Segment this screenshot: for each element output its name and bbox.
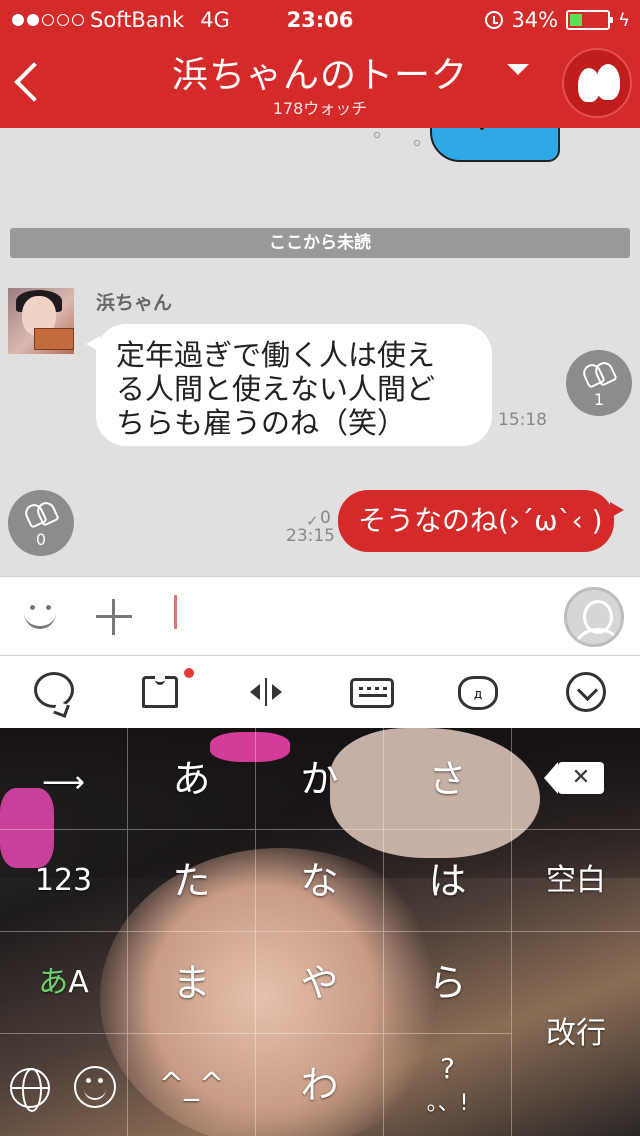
sender-avatar[interactable]	[8, 288, 74, 354]
key-sa[interactable]: さ	[384, 728, 512, 830]
unread-divider: ここから未読	[10, 228, 630, 258]
clap-button[interactable]: 0	[8, 490, 74, 556]
mode-latin-label: A	[68, 965, 89, 1000]
chat-area[interactable]: ここから未読 浜ちゃん 定年過ぎで働く人は使え る人間と使えない人間ど ちらも雇…	[0, 128, 640, 576]
enter-key[interactable]: 改行	[512, 932, 640, 1136]
status-bar: SoftBank 4G 23:06 34% ϟ	[0, 0, 640, 40]
message-line: ちらも雇うのね（笑）	[116, 406, 407, 440]
key-123[interactable]: 123	[0, 830, 128, 932]
emoji-keyboard-icon[interactable]	[74, 1066, 116, 1108]
clap-count: 1	[593, 390, 605, 409]
message-time: 23:15	[286, 526, 335, 546]
keyboard-icon[interactable]	[348, 668, 396, 716]
group-avatar-button[interactable]	[562, 48, 632, 118]
arrow-left-icon: ⟶	[41, 765, 85, 800]
text-cursor	[174, 595, 177, 629]
chat-subtitle: 178ウォッチ	[272, 99, 368, 118]
message-line: 定年過ぎで働く人は使え	[116, 338, 436, 372]
sender-name: 浜ちゃん	[96, 292, 173, 314]
shirt-icon[interactable]	[136, 668, 194, 716]
battery-percent: 34%	[511, 8, 559, 32]
keyboard-toolbar: д	[0, 656, 640, 728]
emoji-button[interactable]	[20, 597, 60, 637]
key-ya[interactable]: や	[256, 932, 384, 1034]
alarm-icon	[485, 11, 504, 29]
clap-button[interactable]: 1	[566, 350, 632, 416]
key-na[interactable]: な	[256, 830, 384, 932]
delete-icon	[544, 762, 604, 794]
key-ra[interactable]: ら	[384, 932, 512, 1034]
message-input-bar	[0, 576, 640, 656]
key-a[interactable]: あ	[128, 728, 256, 830]
key-punctuation[interactable]: ? 。、!	[384, 1034, 512, 1136]
flick-keyboard: ⟶ あ か さ 123 た な は 空白 あA ま や ら 改行 ^_^ わ ?…	[0, 728, 640, 1136]
cat-emoticon-icon[interactable]: д	[454, 668, 502, 716]
chat-bubble-icon[interactable]	[30, 668, 78, 716]
chevron-down-icon[interactable]	[562, 668, 610, 716]
title-dropdown-icon[interactable]	[507, 64, 529, 75]
key-ka[interactable]: か	[256, 728, 384, 830]
chat-header: 浜ちゃんのトーク 178ウォッチ	[0, 40, 640, 128]
key-wa[interactable]: わ	[256, 1034, 384, 1136]
delete-key[interactable]	[512, 728, 640, 830]
key-arrow-left[interactable]: ⟶	[0, 728, 128, 830]
message-time: 15:18	[498, 410, 547, 430]
incoming-message-bubble[interactable]: 定年過ぎで働く人は使え る人間と使えない人間ど ちらも雇うのね（笑）	[86, 324, 492, 446]
message-input[interactable]	[160, 589, 550, 645]
clap-hands-icon	[22, 499, 60, 529]
read-count: 0	[320, 508, 331, 528]
key-ha[interactable]: は	[384, 830, 512, 932]
space-key[interactable]: 空白	[512, 830, 640, 932]
sticker-image[interactable]	[430, 128, 560, 168]
key-ma[interactable]: ま	[128, 932, 256, 1034]
message-line: る人間と使えない人間ど	[116, 372, 436, 406]
notification-dot	[184, 668, 194, 678]
punct-question: ?	[440, 1052, 455, 1085]
punct-marks: 。、!	[426, 1091, 469, 1116]
bottom-left-keys	[0, 1034, 128, 1136]
attach-plus-button[interactable]	[96, 599, 132, 635]
clap-count: 0	[35, 530, 47, 549]
mode-kana-label: あ	[38, 965, 69, 1000]
outgoing-message-bubble[interactable]: そうなのね(›´ω`‹ )	[338, 490, 624, 552]
battery-icon	[566, 10, 614, 30]
mode-switch-key[interactable]: あA	[0, 932, 128, 1034]
globe-icon[interactable]	[10, 1068, 50, 1112]
key-ta[interactable]: た	[128, 830, 256, 932]
charging-icon: ϟ	[618, 9, 630, 31]
voice-avatar-button[interactable]	[564, 587, 624, 647]
clap-hands-icon	[580, 359, 618, 389]
chat-title[interactable]: 浜ちゃんのトーク	[0, 46, 640, 98]
key-kaomoji[interactable]: ^_^	[128, 1034, 256, 1136]
cursor-move-icon[interactable]	[242, 668, 290, 716]
